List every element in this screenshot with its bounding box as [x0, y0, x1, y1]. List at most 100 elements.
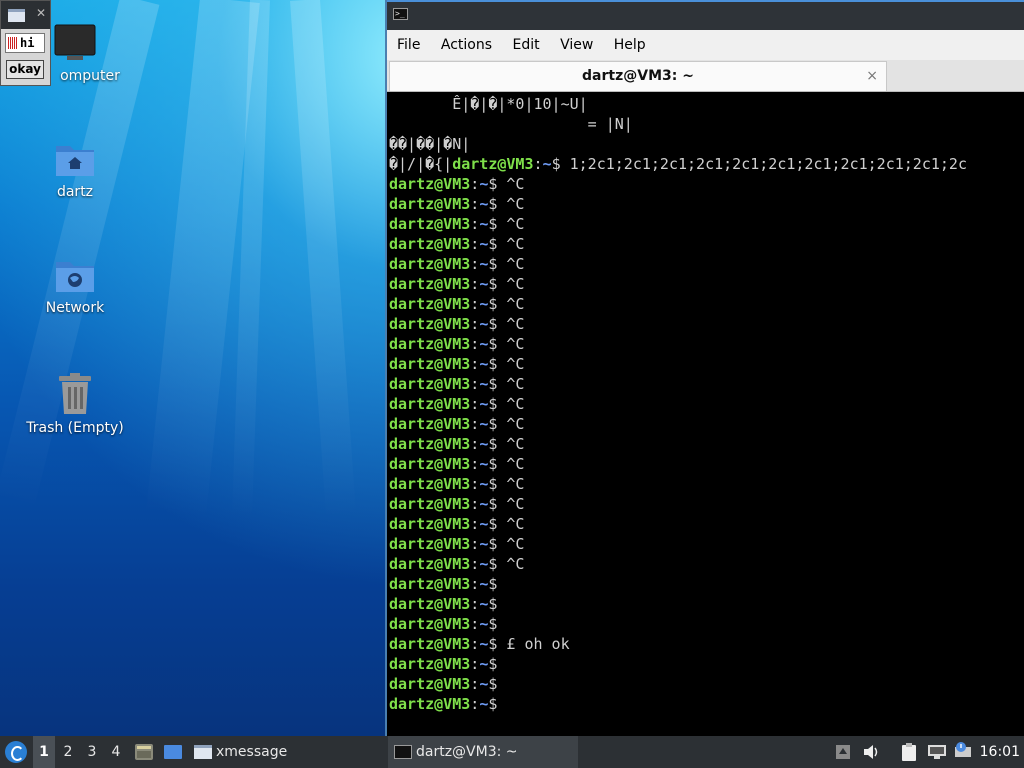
prompt-path: ~: [479, 555, 489, 573]
network-tray-icon[interactable]: [927, 744, 947, 760]
menu-view[interactable]: View: [552, 30, 601, 60]
prompt-separator: :: [470, 235, 480, 253]
prompt-path: ~: [479, 175, 489, 193]
xmessage-text: hi: [5, 33, 45, 53]
prompt-path: ~: [479, 275, 489, 293]
terminal-prompt-line: dartz@VM3:~$ £ oh ok: [389, 634, 1024, 654]
terminal-prompt-line: dartz@VM3:~$ ^C: [389, 514, 1024, 534]
prompt-user: dartz@VM3: [389, 275, 471, 293]
prompt-user: dartz@VM3: [389, 595, 471, 613]
prompt-path: ~: [479, 695, 489, 713]
prompt-dollar: $: [488, 615, 498, 633]
tab-bar: dartz@VM3: ~ ×: [387, 60, 1024, 92]
computer-icon: [54, 24, 96, 60]
tab-terminal[interactable]: dartz@VM3: ~ ×: [389, 61, 887, 91]
prompt-path: ~: [479, 515, 489, 533]
menu-help[interactable]: Help: [606, 30, 654, 60]
window-icon: [8, 9, 25, 22]
terminal-prompt-line: dartz@VM3:~$ ^C: [389, 314, 1024, 334]
terminal-titlebar[interactable]: >_: [387, 0, 1024, 30]
terminal-output[interactable]: Ê|�|�|*0|10|~U| = |N| ��|��|�N| �|/|�{|dar…: [389, 94, 1024, 736]
clipboard-icon[interactable]: [900, 742, 918, 762]
prompt-separator: :: [470, 275, 480, 293]
terminal-icon: [394, 745, 412, 759]
workspace-3[interactable]: 3: [81, 736, 103, 768]
xmessage-titlebar[interactable]: ✕: [1, 1, 50, 29]
trash-icon: [59, 373, 91, 414]
terminal-garbage-line: Ê|�|�|*0|10|~U|: [389, 95, 588, 113]
tray-up-arrow-icon[interactable]: [835, 744, 851, 760]
prompt-path: ~: [479, 195, 489, 213]
task-xmessage[interactable]: xmessage: [194, 736, 384, 768]
terminal-window[interactable]: >_ File Actions Edit View Help dartz@VM3…: [385, 0, 1024, 736]
prompt-path: ~: [479, 235, 489, 253]
prompt-user: dartz@VM3: [389, 435, 471, 453]
prompt-dollar: $: [488, 575, 498, 593]
prompt-separator: :: [470, 315, 480, 333]
show-desktop-icon[interactable]: [163, 744, 183, 760]
clock[interactable]: 16:01: [980, 736, 1020, 768]
prompt-dollar: $: [488, 675, 498, 693]
prompt-user: dartz@VM3: [389, 675, 471, 693]
volume-icon[interactable]: [863, 744, 881, 760]
close-tab-icon[interactable]: ×: [866, 62, 878, 90]
terminal-prompt-line: dartz@VM3:~$ ^C: [389, 414, 1024, 434]
prompt-separator: :: [470, 695, 480, 713]
window-icon: [194, 745, 212, 759]
terminal-prompt-line: dartz@VM3:~$ ^C: [389, 234, 1024, 254]
workspace-1[interactable]: 1: [33, 736, 55, 768]
prompt-separator: :: [470, 635, 480, 653]
terminal-prompt-line: dartz@VM3:~$ ^C: [389, 174, 1024, 194]
terminal-prompt-line: dartz@VM3:~$: [389, 674, 1024, 694]
prompt-user: dartz@VM3: [389, 575, 471, 593]
prompt-separator: :: [470, 415, 480, 433]
prompt-path: ~: [479, 215, 489, 233]
menu-edit[interactable]: Edit: [504, 30, 547, 60]
terminal-icon: >_: [393, 8, 408, 20]
prompt-separator: :: [470, 175, 480, 193]
prompt-command: ^C: [497, 495, 525, 513]
okay-button[interactable]: okay: [6, 60, 44, 79]
desktop-icon-network[interactable]: Network: [20, 256, 130, 316]
menu-file[interactable]: File: [389, 30, 428, 60]
xmessage-window[interactable]: ✕ hi okay: [0, 0, 51, 86]
prompt-user: dartz@VM3: [389, 475, 471, 493]
prompt-path: ~: [479, 575, 489, 593]
prompt-path: ~: [479, 535, 489, 553]
prompt-command: ^C: [497, 355, 525, 373]
file-manager-icon[interactable]: [134, 743, 154, 761]
prompt-user: dartz@VM3: [389, 395, 471, 413]
terminal-prompt-line: dartz@VM3:~$: [389, 694, 1024, 714]
workspace-2[interactable]: 2: [57, 736, 79, 768]
workspace-4[interactable]: 4: [105, 736, 127, 768]
desktop-icon-home-folder[interactable]: dartz: [20, 140, 130, 200]
desktop-icon-label: Network: [45, 300, 105, 316]
terminal-garbage-line: ��|��|�N|: [389, 135, 471, 153]
menu-actions[interactable]: Actions: [433, 30, 500, 60]
prompt-user: dartz@VM3: [389, 295, 471, 313]
prompt-dollar: $: [488, 595, 498, 613]
desktop-icon-trash[interactable]: Trash (Empty): [20, 372, 130, 436]
prompt-path: ~: [479, 255, 489, 273]
task-terminal[interactable]: dartz@VM3: ~: [388, 736, 578, 768]
prompt-separator: :: [470, 595, 480, 613]
prompt-path: ~: [479, 315, 489, 333]
prompt-separator: :: [470, 195, 480, 213]
prompt-command: ^C: [497, 515, 525, 533]
prompt-path: ~: [479, 295, 489, 313]
close-icon[interactable]: ✕: [36, 6, 46, 20]
application-menu-icon[interactable]: [5, 741, 27, 763]
prompt-path: ~: [479, 455, 489, 473]
prompt-user: dartz@VM3: [389, 235, 471, 253]
task-label: xmessage: [216, 744, 288, 760]
prompt-command: ^C: [497, 415, 525, 433]
terminal-prompt-line: dartz@VM3:~$ ^C: [389, 454, 1024, 474]
prompt-command: 1;2c1;2c1;2c1;2c1;2c1;2c1;2c1;2c1;2c1;2c…: [560, 155, 967, 173]
update-notification-icon[interactable]: [953, 741, 973, 759]
prompt-command: ^C: [497, 195, 525, 213]
prompt-command: ^C: [497, 235, 525, 253]
desktop-icon-label: Trash (Empty): [26, 420, 124, 436]
prompt-path: ~: [479, 475, 489, 493]
prompt-command: ^C: [497, 455, 525, 473]
prompt-separator: :: [470, 295, 480, 313]
